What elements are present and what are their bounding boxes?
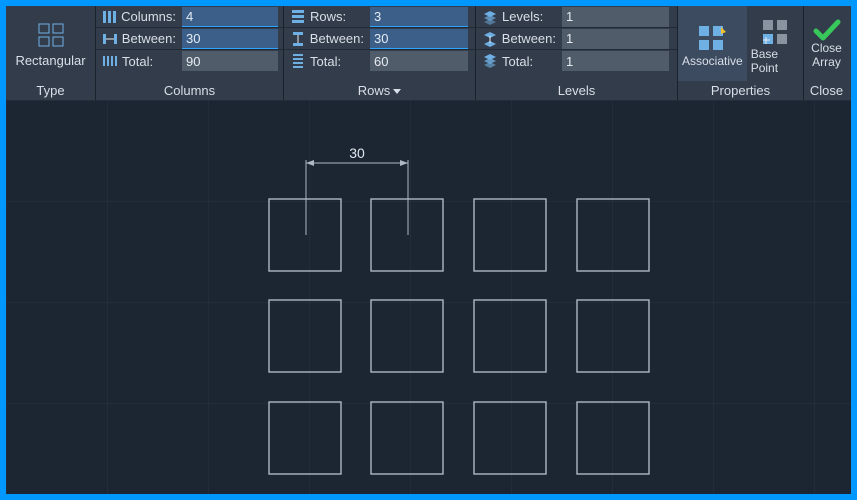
levels-total-input[interactable] — [562, 51, 669, 71]
array-preview: 30 — [6, 100, 851, 494]
levels-panel-title: Levels — [476, 81, 677, 100]
type-panel: Rectangular Type — [6, 6, 96, 100]
dimension-annotation: 30 — [306, 145, 408, 235]
close-array-label: CloseArray — [811, 42, 842, 70]
associative-icon — [697, 24, 727, 54]
columns-panel-title: Columns — [96, 81, 283, 100]
array-type-label: Rectangular — [15, 53, 85, 68]
dimension-text: 30 — [349, 145, 365, 161]
levels-between-input[interactable] — [562, 29, 669, 49]
rows-total-label: Total: — [284, 50, 370, 72]
base-point-icon — [760, 17, 790, 47]
levels-panel: Levels: Between: Total: — [476, 6, 678, 100]
base-point-label: Base Point — [751, 47, 799, 75]
rows-between-label: Between: — [284, 28, 370, 49]
properties-panel: Associative Base Point Properties — [678, 6, 804, 100]
type-panel-title: Type — [6, 81, 95, 100]
chevron-down-icon — [393, 89, 401, 94]
array-type-button[interactable]: Rectangular — [6, 6, 95, 81]
checkmark-icon — [813, 18, 841, 42]
columns-total-icon — [102, 53, 118, 69]
levels-between-icon — [482, 31, 498, 47]
rectangular-array-icon — [35, 20, 67, 50]
columns-between-label: Between: — [96, 28, 182, 49]
rows-count-icon — [290, 9, 306, 25]
levels-count-icon — [482, 9, 498, 25]
columns-total-input[interactable] — [182, 51, 278, 71]
levels-between-label: Between: — [476, 28, 562, 49]
columns-count-input[interactable] — [182, 7, 278, 27]
close-array-button[interactable]: CloseArray — [804, 6, 849, 81]
close-panel: CloseArray Close — [804, 6, 849, 100]
array-squares — [269, 199, 649, 474]
rows-between-icon — [290, 31, 306, 47]
rows-count-label: Rows: — [284, 6, 370, 27]
rows-total-icon — [290, 53, 306, 69]
rows-panel-title[interactable]: Rows — [284, 81, 475, 100]
columns-total-label: Total: — [96, 50, 182, 72]
columns-between-icon — [102, 31, 118, 47]
close-panel-title: Close — [804, 81, 849, 100]
properties-panel-title: Properties — [678, 81, 803, 100]
rows-count-input[interactable] — [370, 7, 468, 27]
rows-panel: Rows: Between: Total: — [284, 6, 476, 100]
columns-count-label: Columns: — [96, 6, 182, 27]
levels-count-label: Levels: — [476, 6, 562, 27]
levels-total-label: Total: — [476, 50, 562, 72]
columns-panel: Columns: Between: Total: — [96, 6, 284, 100]
associative-button[interactable]: Associative — [678, 6, 747, 81]
associative-label: Associative — [682, 54, 743, 68]
columns-count-icon — [102, 9, 117, 25]
drawing-canvas[interactable]: 30 — [6, 100, 851, 494]
levels-count-input[interactable] — [562, 7, 669, 27]
base-point-button[interactable]: Base Point — [747, 6, 803, 81]
ribbon: Rectangular Type Columns: Bet — [6, 6, 851, 100]
columns-between-input[interactable] — [182, 29, 278, 49]
levels-total-icon — [482, 53, 498, 69]
rows-between-input[interactable] — [370, 29, 468, 49]
rows-total-input[interactable] — [370, 51, 468, 71]
